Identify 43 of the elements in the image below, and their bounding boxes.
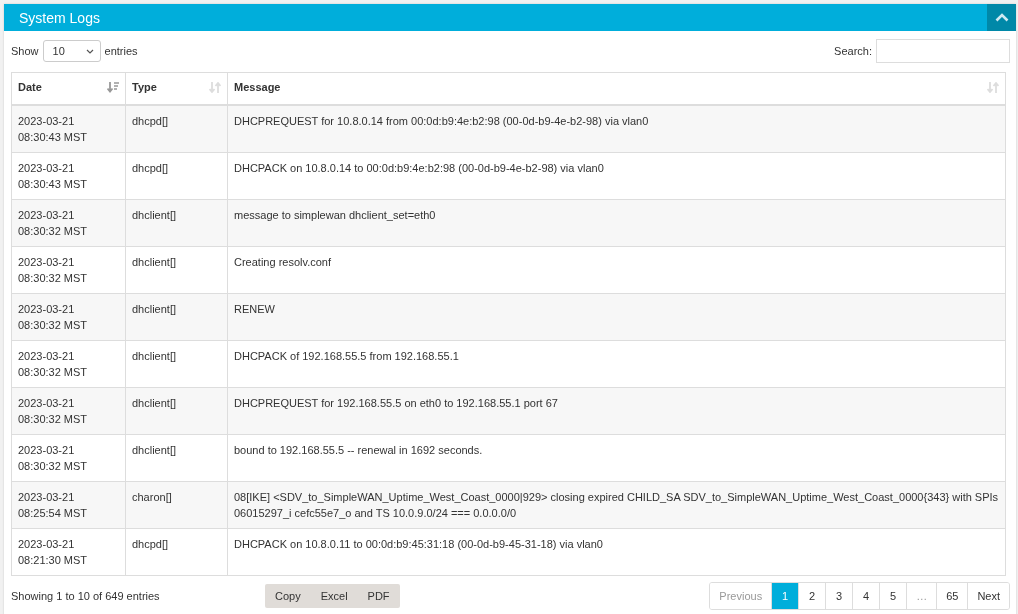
date-cell-text: 2023-03-21 08:21:30 MST	[18, 537, 89, 568]
date-cell-text: 2023-03-21 08:30:43 MST	[18, 114, 89, 145]
show-label: Show	[11, 45, 39, 57]
type-cell: dhclient[]	[132, 350, 177, 362]
type-cell: dhcpd[]	[132, 115, 169, 127]
type-cell: dhclient[]	[132, 303, 177, 315]
panel-title: System Logs	[18, 9, 100, 26]
entries-label: entries	[104, 45, 138, 57]
export-button[interactable]: Copy	[265, 584, 311, 608]
type-cell: dhclient[]	[132, 256, 177, 268]
date-cell-text: 2023-03-21 08:30:32 MST	[18, 302, 89, 333]
date-cell-text: 2023-03-21 08:30:43 MST	[18, 161, 89, 192]
date-cell-text: 2023-03-21 08:30:32 MST	[18, 349, 89, 380]
entries-select[interactable]: 10	[42, 40, 101, 62]
caret-icon	[85, 48, 94, 54]
type-cell: dhclient[]	[132, 444, 177, 456]
message-cell: DHCPREQUEST for 192.168.55.5 on eth0 to 192.168.55.1 port 67	[234, 397, 558, 409]
entries-info: Showing 1 to 10 of 649 entries	[11, 590, 161, 602]
message-cell: Creating resolv.conf	[234, 256, 331, 268]
date-cell-text: 2023-03-21 08:30:32 MST	[18, 255, 89, 286]
date-cell-text: 2023-03-21 08:30:32 MST	[18, 443, 89, 474]
message-cell: DHCPACK on 10.8.0.11 to 00:0d:b9:45:31:18 (00-0d-b9-45-31-18) via vlan0	[234, 538, 603, 550]
date-cell-text: 2023-03-21 08:25:54 MST	[18, 490, 89, 521]
type-cell: dhcpd[]	[132, 162, 169, 174]
date-cell-text: 2023-03-21 08:30:32 MST	[18, 208, 89, 239]
message-cell: DHCPREQUEST for 10.8.0.14 from 00:0d:b9:4e:b2:98 (00-0d-b9-4e-b2-98) via vlan0	[234, 115, 649, 127]
message-cell: 08[IKE] <SDV_to_SimpleWAN_Uptime_West_Coast_0000|929> closing expired CHILD_SA SDV_to_SimpleWAN_Uptime_West_Coast_0000{343} with SPIs 06015297_i cefc55e7_o and TS 10.0.9.0/24 === 0.0.0.0/0	[234, 491, 999, 519]
type-cell: charon[]	[132, 491, 172, 503]
message-cell: DHCPACK of 192.168.55.5 from 192.168.55.1	[234, 350, 459, 362]
type-cell: dhclient[]	[132, 209, 177, 221]
message-cell: DHCPACK on 10.8.0.14 to 00:0d:b9:4e:b2:98 (00-0d-b9-4e-b2-98) via vlan0	[234, 162, 604, 174]
message-cell: message to simplewan dhclient_set=eth0	[234, 209, 436, 221]
search-field[interactable]	[876, 39, 1010, 63]
export-button[interactable]: PDF	[357, 584, 400, 608]
type-cell: dhclient[]	[132, 397, 177, 409]
date-cell-text: 2023-03-21 08:30:32 MST	[18, 396, 89, 427]
export-button[interactable]: Excel	[310, 584, 358, 608]
search-label: Search:	[834, 45, 872, 57]
message-cell: RENEW	[234, 303, 275, 315]
message-cell: bound to 192.168.55.5 -- renewal in 1692 seconds.	[234, 444, 483, 456]
page-button[interactable]: Next	[967, 583, 1009, 609]
type-cell: dhcpd[]	[132, 538, 169, 550]
collapse-button[interactable]	[987, 4, 1016, 31]
